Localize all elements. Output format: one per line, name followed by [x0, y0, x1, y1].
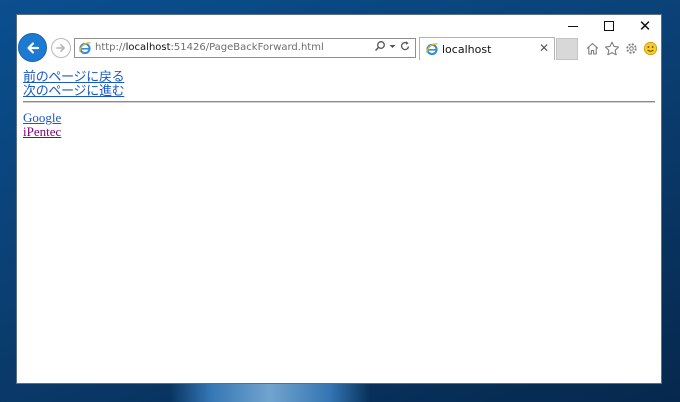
- star-icon: [604, 41, 620, 55]
- arrow-right-icon: [56, 44, 65, 52]
- search-icon: [374, 41, 385, 52]
- horizontal-rule: [23, 101, 655, 103]
- tab-close-icon[interactable]: ✕: [539, 41, 549, 55]
- link-ipentec[interactable]: iPentec: [23, 124, 61, 140]
- close-icon: ✕: [638, 17, 652, 35]
- home-button[interactable]: [585, 41, 600, 56]
- arrow-left-icon: [26, 41, 39, 54]
- minimize-icon: [568, 25, 578, 27]
- browser-window: ✕ http://localhost:51426/PageBackForward…: [16, 14, 662, 384]
- link-page-forward[interactable]: 次のページに進む: [23, 80, 125, 99]
- back-button[interactable]: [18, 33, 47, 62]
- forward-button[interactable]: [51, 38, 71, 58]
- title-bar: ✕: [17, 15, 661, 37]
- navigation-toolbar: http://localhost:51426/PageBackForward.h…: [17, 33, 661, 65]
- right-toolbar: [585, 39, 658, 57]
- refresh-button[interactable]: [399, 39, 411, 57]
- gear-icon: [626, 42, 637, 54]
- smiley-icon: [643, 41, 658, 55]
- search-button[interactable]: [374, 39, 386, 57]
- minimize-button[interactable]: [555, 15, 591, 37]
- new-tab-button[interactable]: [556, 38, 578, 60]
- refresh-icon: [400, 41, 410, 51]
- ie-page-icon: [78, 42, 91, 55]
- home-icon: [586, 42, 599, 55]
- address-url: http://localhost:51426/PageBackForward.h…: [95, 42, 324, 53]
- ie-tab-icon: [425, 43, 438, 56]
- address-tools: [374, 41, 411, 55]
- feedback-button[interactable]: [643, 41, 658, 56]
- maximize-icon: [604, 21, 614, 31]
- address-bar[interactable]: http://localhost:51426/PageBackForward.h…: [74, 38, 416, 58]
- settings-button[interactable]: [624, 41, 639, 56]
- favorites-button[interactable]: [604, 41, 620, 56]
- tab-label: localhost: [442, 43, 492, 56]
- maximize-button[interactable]: [591, 15, 627, 37]
- close-button[interactable]: ✕: [627, 15, 663, 37]
- search-dropdown-button[interactable]: [389, 39, 396, 57]
- chevron-down-icon: [389, 45, 396, 48]
- tab-localhost[interactable]: localhost ✕: [419, 37, 555, 60]
